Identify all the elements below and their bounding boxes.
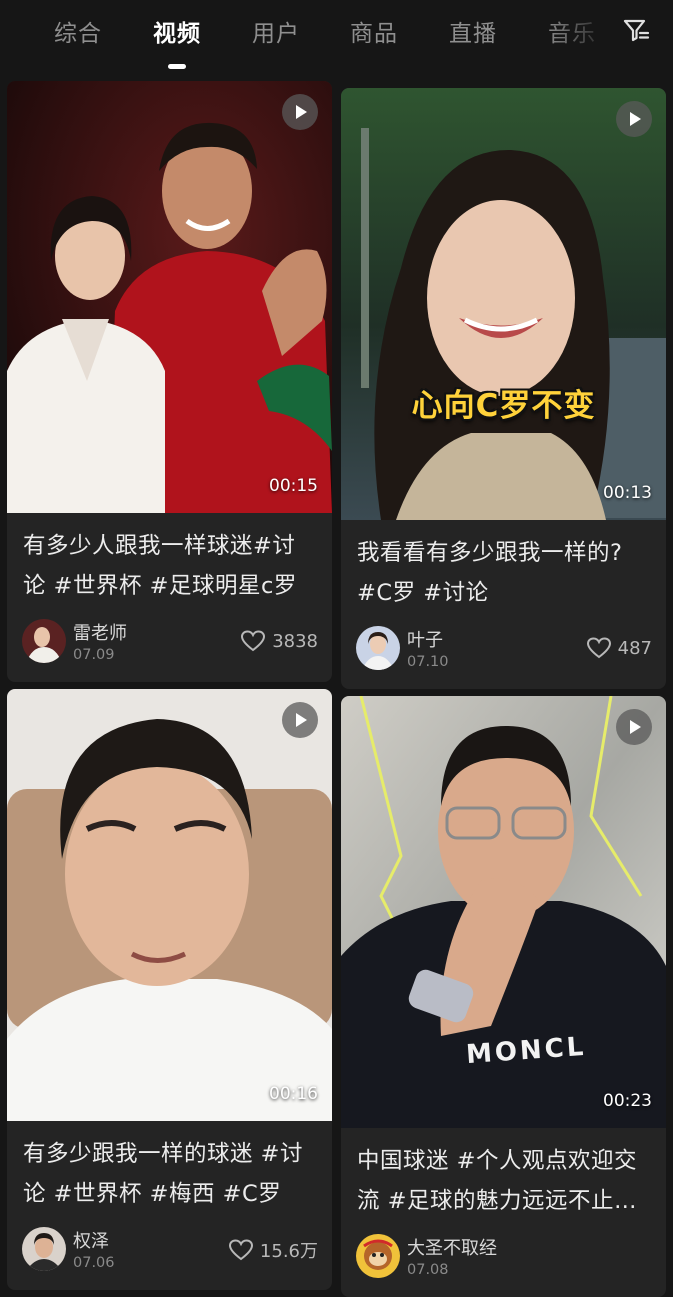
- play-icon: [296, 713, 307, 727]
- like-count-text: 3838: [272, 630, 318, 652]
- video-duration: 00:23: [603, 1091, 652, 1111]
- video-card[interactable]: 心向C罗不变 00:13 我看看有多少跟我一样的? #C罗 #讨论 叶子 07.…: [341, 88, 666, 689]
- like-count[interactable]: 15.6万: [228, 1237, 318, 1263]
- video-thumbnail[interactable]: 心向C罗不变 00:13: [341, 88, 666, 520]
- heart-icon: [241, 630, 266, 652]
- thumbnail-image: [7, 689, 332, 1121]
- play-icon: [296, 105, 307, 119]
- like-count-text: 487: [617, 637, 652, 659]
- tab-videos[interactable]: 视频: [153, 14, 201, 48]
- video-title[interactable]: 有多少人跟我一样球迷#讨论 #世界杯 #足球明星c罗: [23, 526, 318, 606]
- post-date: 07.10: [407, 654, 449, 670]
- thumbnail-image: [7, 81, 332, 513]
- tab-users[interactable]: 用户: [252, 14, 300, 48]
- tab-products[interactable]: 商品: [350, 14, 398, 48]
- post-date: 07.06: [73, 1255, 115, 1271]
- video-thumbnail[interactable]: MONCL 00:23: [341, 696, 666, 1128]
- play-button[interactable]: [616, 101, 652, 137]
- heart-icon: [228, 1239, 253, 1261]
- video-thumbnail[interactable]: 00:16: [7, 689, 332, 1121]
- video-duration: 00:13: [603, 483, 652, 503]
- author-name[interactable]: 权泽: [73, 1227, 109, 1253]
- like-count[interactable]: 487: [586, 636, 652, 660]
- author-avatar[interactable]: [356, 626, 400, 670]
- video-title[interactable]: 中国球迷 #个人观点欢迎交流 #足球的魅力远远不止于此: [357, 1141, 652, 1221]
- thumbnail-image: [341, 88, 666, 520]
- video-card[interactable]: MONCL 00:23 中国球迷 #个人观点欢迎交流 #足球的魅力远远不止于此 …: [341, 696, 666, 1297]
- video-duration: 00:15: [269, 476, 318, 496]
- video-thumbnail[interactable]: 00:15: [7, 81, 332, 513]
- video-title[interactable]: 我看看有多少跟我一样的? #C罗 #讨论: [357, 533, 652, 613]
- video-title[interactable]: 有多少跟我一样的球迷 #讨论 #世界杯 #梅西 #C罗: [23, 1134, 318, 1214]
- play-icon: [630, 720, 641, 734]
- post-date: 07.09: [73, 647, 115, 663]
- filter-icon[interactable]: [622, 16, 650, 44]
- search-tab-bar: 综合 视频 用户 商品 直播 音乐: [0, 0, 673, 80]
- like-count-text: 15.6万: [259, 1241, 318, 1262]
- author-avatar[interactable]: [22, 619, 66, 663]
- like-count[interactable]: 3838: [240, 629, 318, 653]
- tab-all[interactable]: 综合: [54, 14, 102, 48]
- tab-live[interactable]: 直播: [449, 14, 497, 48]
- video-card[interactable]: 00:15 有多少人跟我一样球迷#讨论 #世界杯 #足球明星c罗 雷老师 07.…: [7, 81, 332, 682]
- author-avatar[interactable]: [356, 1234, 400, 1278]
- author-name[interactable]: 雷老师: [73, 619, 127, 645]
- play-icon: [630, 112, 641, 126]
- tab-scroll-fade: [545, 0, 625, 70]
- video-duration: 00:16: [269, 1084, 318, 1104]
- author-avatar[interactable]: [22, 1227, 66, 1271]
- play-button[interactable]: [282, 702, 318, 738]
- author-name[interactable]: 叶子: [407, 626, 443, 652]
- post-date: 07.08: [407, 1262, 449, 1278]
- heart-icon: [586, 637, 611, 659]
- play-button[interactable]: [616, 709, 652, 745]
- play-button[interactable]: [282, 94, 318, 130]
- active-tab-indicator: [168, 64, 186, 69]
- video-overlay-caption: 心向C罗不变: [411, 388, 596, 424]
- video-card[interactable]: 00:16 有多少跟我一样的球迷 #讨论 #世界杯 #梅西 #C罗 权泽 07.…: [7, 689, 332, 1290]
- author-name[interactable]: 大圣不取经: [407, 1234, 497, 1260]
